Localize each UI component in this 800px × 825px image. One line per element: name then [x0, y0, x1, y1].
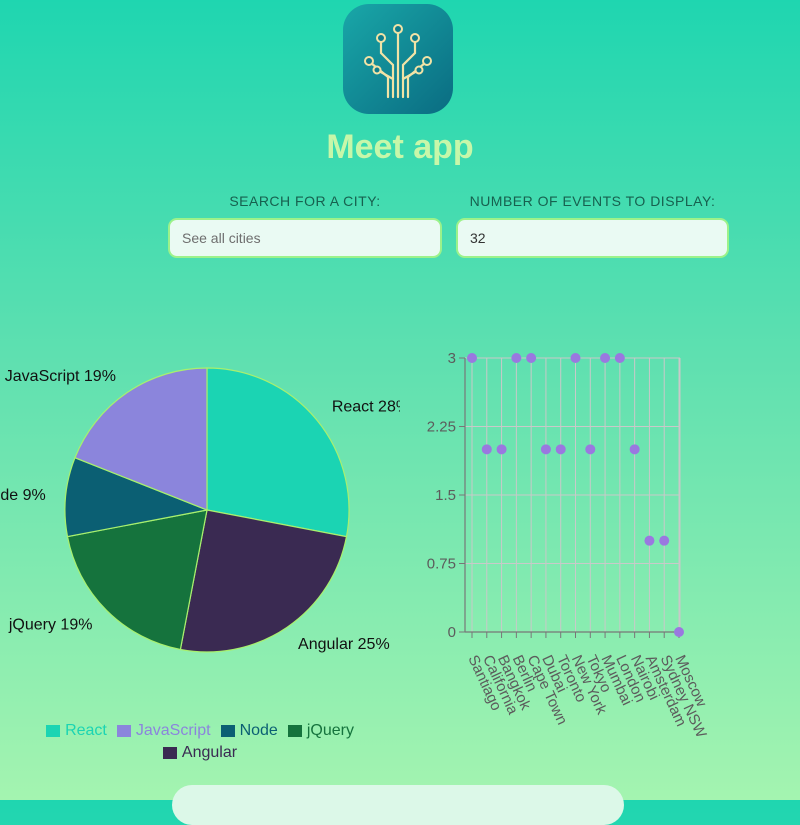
pie-label-angular: Angular 25%	[298, 636, 390, 653]
scatter-point[interactable]	[644, 535, 655, 546]
city-search-label: SEARCH FOR A CITY:	[229, 193, 381, 209]
legend-label: jQuery	[306, 722, 354, 739]
legend-swatch	[287, 725, 302, 737]
scatter-point[interactable]	[585, 444, 596, 455]
event-count-input[interactable]	[456, 218, 729, 258]
legend-item-react: React	[46, 722, 107, 740]
legend-label: Angular	[181, 744, 238, 761]
scatter-point[interactable]	[674, 627, 684, 637]
city-events-scatter-chart: 00.751.52.253SantiagoCaliforniaBangkokBe…	[427, 350, 710, 740]
pie-label-javascript: JavaScript 19%	[5, 368, 116, 385]
legend-swatch	[220, 725, 235, 737]
legend-label: React	[65, 722, 107, 739]
event-card	[172, 785, 624, 825]
y-tick-label: 1.5	[435, 487, 456, 504]
scatter-point[interactable]	[526, 353, 537, 363]
legend-item-angular: Angular	[162, 744, 238, 762]
scatter-point[interactable]	[614, 353, 625, 363]
legend-swatch	[162, 747, 177, 759]
scatter-point[interactable]	[600, 353, 611, 363]
scatter-point[interactable]	[629, 444, 640, 455]
app-title: Meet app	[326, 128, 474, 166]
scatter-point[interactable]	[496, 444, 507, 455]
pie-slice-angular	[179, 509, 348, 653]
circuit-tree-icon	[364, 24, 432, 99]
scatter-point[interactable]	[511, 353, 522, 363]
scatter-point[interactable]	[570, 353, 581, 363]
app-logo	[343, 4, 453, 114]
pie-label-react: React 28%	[332, 399, 400, 416]
legend-label: Node	[239, 722, 278, 739]
scatter-point[interactable]	[659, 535, 670, 546]
scatter-point[interactable]	[467, 353, 477, 363]
legend-swatch	[46, 725, 61, 737]
pie-legend: React JavaScript Node jQuery Angular	[0, 722, 400, 762]
legend-item-jquery: jQuery	[287, 722, 354, 740]
scatter-point[interactable]	[540, 444, 551, 455]
scatter-point[interactable]	[481, 444, 492, 455]
legend-item-node: Node	[220, 722, 278, 740]
city-search-input[interactable]	[168, 218, 442, 258]
pie-slice-react	[206, 367, 350, 538]
legend-swatch	[116, 725, 131, 737]
y-tick-label: 3	[448, 350, 456, 367]
y-tick-label: 2.25	[427, 419, 456, 436]
legend-item-javascript: JavaScript	[116, 722, 211, 740]
pie-label-node: Node 9%	[0, 487, 46, 504]
y-tick-label: 0	[448, 624, 456, 641]
y-tick-label: 0.75	[427, 556, 456, 573]
pie-label-jquery: jQuery 19%	[8, 617, 93, 634]
event-count-label: NUMBER OF EVENTS TO DISPLAY:	[469, 193, 716, 209]
genre-pie-chart: React 28% Angular 25% jQuery 19% Node 9% Jav…	[0, 367, 400, 653]
scatter-point[interactable]	[555, 444, 566, 455]
legend-label: JavaScript	[135, 722, 211, 739]
